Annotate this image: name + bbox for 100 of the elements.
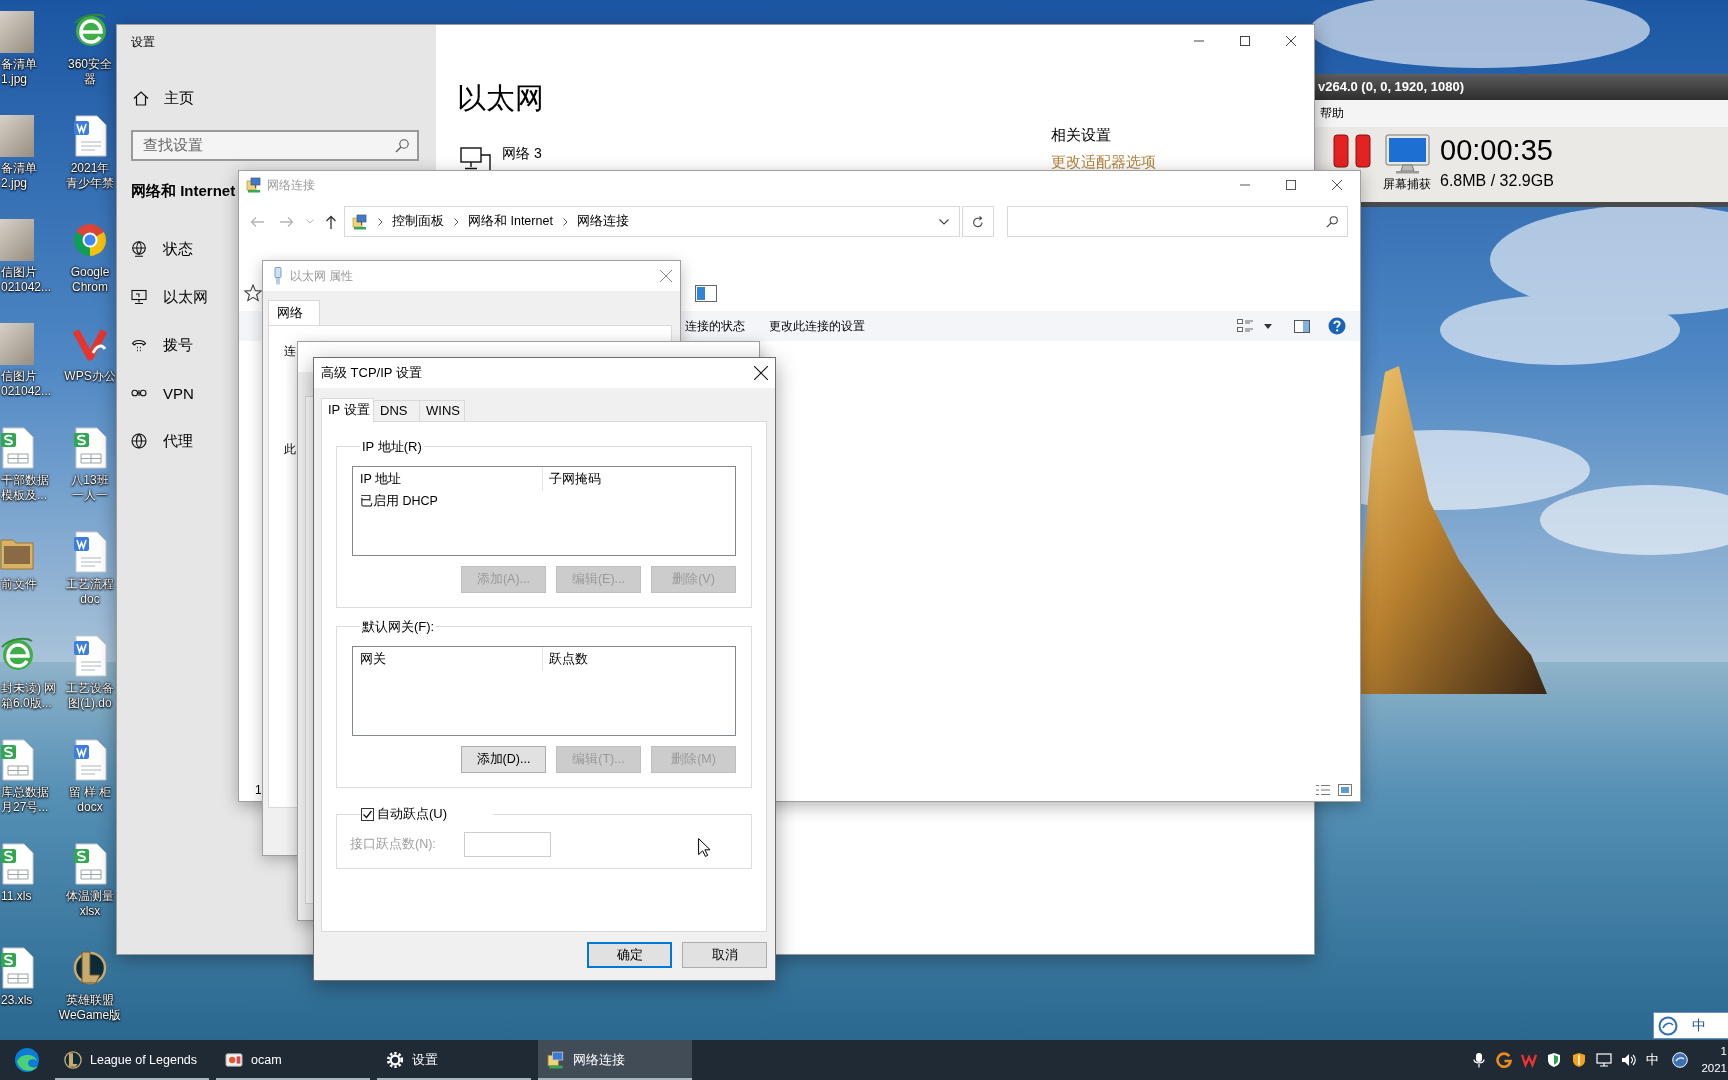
column-header[interactable]: 子网掩码 — [543, 467, 735, 491]
desktop-icon-label[interactable]: 信图片 021042... — [0, 265, 52, 295]
search-icon[interactable] — [1326, 215, 1338, 228]
nav-item[interactable]: VPN — [131, 382, 194, 404]
toolbar-command[interactable]: 更改此连接的设置 — [769, 317, 865, 335]
search-field[interactable]: 查找设置 — [131, 130, 419, 161]
taskbar-button[interactable]: ocam — [216, 1040, 370, 1080]
column-header[interactable]: 网关 — [353, 647, 543, 671]
network-computers-icon[interactable] — [352, 213, 368, 230]
desktop-icon-label[interactable]: 英雄联盟 WeGame版 — [58, 993, 122, 1023]
close-icon[interactable] — [1332, 180, 1342, 190]
menu-item[interactable]: 帮助 — [1320, 106, 1344, 120]
chevron-right-icon[interactable] — [454, 217, 459, 226]
auto-metric-checkbox[interactable]: 自动跃点(U) — [361, 805, 448, 823]
adapter-options-link[interactable]: 更改适配器选项 — [1051, 152, 1156, 172]
gear-icon[interactable] — [386, 1051, 404, 1069]
large-icons-view-icon[interactable] — [1338, 784, 1352, 796]
desktop-icon-label[interactable]: 备清单 2.jpg — [0, 161, 37, 191]
chevron-right-icon[interactable] — [562, 217, 568, 226]
preview-pane-icon[interactable] — [695, 285, 717, 302]
globe-monitor-icon[interactable] — [131, 241, 147, 257]
spreadsheet-file-icon[interactable] — [0, 739, 34, 781]
shield-icon[interactable] — [1571, 1052, 1588, 1068]
star-icon[interactable] — [244, 284, 262, 302]
document-file-icon[interactable] — [73, 635, 107, 677]
refresh-icon[interactable] — [972, 215, 984, 228]
tab[interactable]: 网络 — [268, 300, 320, 325]
spreadsheet-file-icon[interactable] — [0, 947, 34, 989]
close-icon[interactable] — [1286, 36, 1296, 46]
dialog-button[interactable]: 确定 — [587, 942, 672, 968]
nav-item[interactable]: 状态 — [131, 238, 193, 260]
up-arrow-icon[interactable] — [325, 214, 337, 229]
network-name[interactable]: 网络 3 — [502, 145, 542, 161]
dialog-button[interactable]: 取消 — [682, 942, 767, 968]
monitor-icon[interactable] — [460, 147, 493, 170]
list-action-button[interactable]: 添加(D)... — [461, 746, 546, 773]
help-icon[interactable] — [1328, 317, 1346, 335]
desktop-icon-label[interactable]: 2021年 青少年禁 — [66, 161, 114, 191]
g-logo-icon[interactable] — [1496, 1052, 1513, 1068]
desktop-icon-label[interactable]: Google Chrom — [70, 265, 110, 295]
wave-logo-icon[interactable] — [14, 1047, 40, 1073]
globe-icon[interactable] — [131, 433, 147, 449]
desktop-icon-label[interactable]: 库总数据 月27号... — [0, 785, 49, 815]
breadcrumb-item[interactable]: 控制面板 — [392, 213, 444, 230]
desktop-icon-label[interactable]: 360安全 器 — [68, 57, 112, 87]
spreadsheet-file-icon[interactable] — [73, 427, 107, 469]
w-logo-icon[interactable] — [1521, 1052, 1538, 1068]
preview-pane-icon[interactable] — [1294, 319, 1310, 333]
refresh-button[interactable] — [962, 206, 994, 237]
desktop-icon-label[interactable]: 体温测量 xlsx — [66, 889, 114, 919]
details-view-icon[interactable] — [1316, 784, 1330, 796]
tab[interactable]: WINS — [419, 400, 465, 421]
column-header[interactable]: 跃点数 — [543, 647, 735, 671]
list-box[interactable]: IP 地址 子网掩码 已启用 DHCP — [352, 466, 736, 556]
taskbar-button[interactable]: 网络连接 — [538, 1040, 692, 1080]
shield-icon[interactable] — [1546, 1052, 1563, 1068]
taskbar-button[interactable]: League of Legends — [55, 1040, 209, 1080]
spreadsheet-file-icon[interactable] — [0, 427, 34, 469]
chevron-right-icon[interactable] — [378, 217, 383, 226]
desktop-icon-label[interactable]: 23.xls — [0, 993, 33, 1008]
spreadsheet-file-icon[interactable] — [0, 843, 34, 885]
desktop-icon-label[interactable]: 11.xls — [0, 889, 32, 904]
document-file-icon[interactable] — [73, 531, 107, 573]
nav-item[interactable]: 以太网 — [131, 286, 208, 308]
camera-icon[interactable] — [225, 1051, 243, 1069]
caret-down-icon[interactable] — [1264, 323, 1272, 329]
list-box[interactable]: 网关 跃点数 — [352, 646, 736, 736]
monitor-icon[interactable] — [131, 289, 147, 305]
screen-capture-button[interactable]: 屏幕捕获 — [1383, 134, 1431, 191]
home-nav-item[interactable]: 主页 — [131, 86, 194, 110]
document-file-icon[interactable] — [73, 739, 107, 781]
search-field[interactable] — [1007, 206, 1348, 237]
checkbox-icon[interactable] — [361, 807, 374, 821]
caret-down-icon[interactable] — [939, 218, 949, 225]
ime-mode-indicator[interactable]: 中 — [1646, 1051, 1660, 1069]
breadcrumb-item[interactable]: 网络连接 — [576, 213, 629, 230]
search-icon[interactable] — [395, 138, 409, 153]
column-header[interactable]: IP 地址 — [353, 467, 543, 491]
clock[interactable]: 1 2021 — [1701, 1043, 1728, 1077]
phone-icon[interactable] — [131, 337, 147, 353]
desktop-icon-label[interactable]: 备清单 1.jpg — [0, 57, 37, 87]
network-icon[interactable] — [1596, 1052, 1613, 1068]
network-computers-icon[interactable] — [547, 1051, 565, 1069]
crest-logo-icon[interactable] — [64, 1051, 82, 1069]
speaker-icon[interactable] — [1621, 1052, 1638, 1068]
maximize-icon[interactable] — [1240, 36, 1250, 46]
document-file-icon[interactable] — [73, 115, 107, 157]
home-icon[interactable] — [133, 90, 149, 106]
toolbar-command[interactable]: 连接的状态 — [685, 317, 745, 335]
nav-item[interactable]: 代理 — [131, 430, 193, 452]
maximize-icon[interactable] — [1286, 180, 1296, 190]
spreadsheet-file-icon[interactable] — [73, 843, 107, 885]
nav-item[interactable]: 拨号 — [131, 334, 193, 356]
ime-mode-toggle[interactable]: 中 — [1692, 1016, 1706, 1035]
address-bar[interactable]: 控制面板 网络和 Internet 网络连接 — [344, 206, 960, 237]
tab[interactable]: IP 设置 — [321, 398, 374, 422]
close-icon[interactable] — [754, 366, 768, 380]
breadcrumb-item[interactable]: 网络和 Internet — [468, 213, 553, 230]
pause-icon[interactable] — [1333, 134, 1371, 168]
view-options-icon[interactable] — [1237, 319, 1253, 333]
